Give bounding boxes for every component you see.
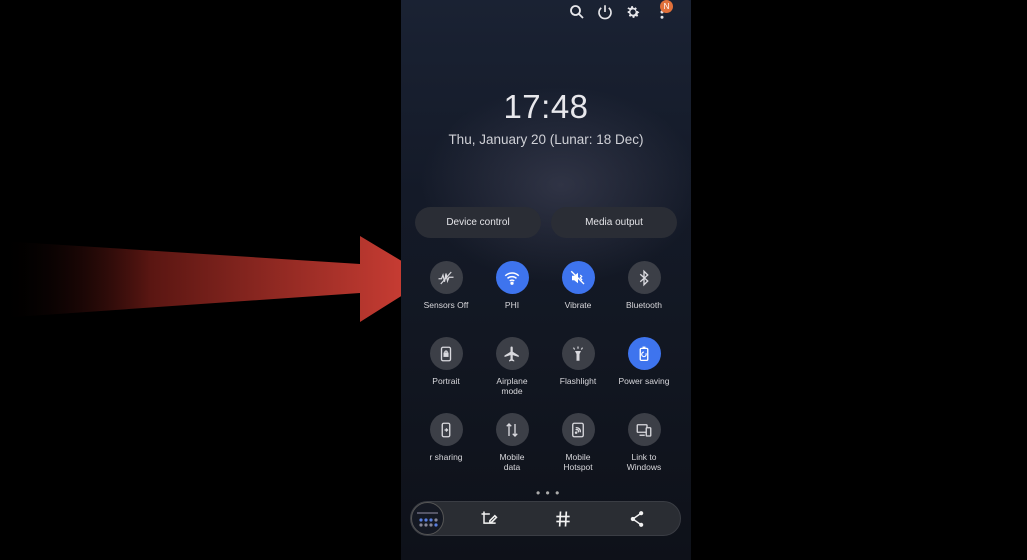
tile-label: PHI [504,300,520,310]
tile-airplane-mode[interactable]: Airplane mode [477,337,547,396]
tile-label: Vibrate [564,300,592,310]
gear-icon[interactable] [624,3,642,21]
tile-label: Flashlight [559,376,597,386]
tile-label: Sensors Off [423,300,469,310]
tile-label: Link to Windows [626,452,662,472]
portrait-lock-icon [429,337,463,370]
tile-wifi[interactable]: PHI [477,261,547,310]
wifi-icon [495,261,529,294]
power-icon[interactable] [596,3,614,21]
page-indicator: • • • [536,486,561,500]
link-windows-icon [627,413,661,446]
tile-portrait[interactable]: Portrait [411,337,481,386]
search-icon[interactable] [568,3,586,21]
tile-flashlight[interactable]: Flashlight [543,337,613,386]
thumbnail-preview-icon [417,512,438,527]
bluetooth-icon [627,261,661,294]
share-device-icon [429,413,463,446]
hotspot-icon [561,413,595,446]
tile-sharing[interactable]: r sharing [411,413,481,462]
screenshot-thumbnail[interactable] [411,502,444,535]
media-output-button[interactable]: Media output [551,207,677,238]
tile-label: Portrait [432,376,460,386]
tile-label: Bluetooth [626,300,662,310]
crop-edit-icon[interactable] [479,509,499,529]
tile-power-saving[interactable]: Power saving [609,337,679,386]
tile-bluetooth[interactable]: Bluetooth [609,261,679,310]
power-saving-icon [627,337,661,370]
tile-label: r sharing [429,452,463,462]
share-icon[interactable] [627,509,647,529]
sensors-off-icon [429,261,463,294]
tile-label: Airplane mode [496,376,528,396]
device-control-button[interactable]: Device control [415,207,541,238]
red-arrow-annotation [0,236,430,322]
mobile-data-icon [495,413,529,446]
tile-label: Power saving [618,376,670,386]
notification-badge: N [660,0,673,13]
tile-link-to-windows[interactable]: Link to Windows [609,413,679,472]
airplane-icon [495,337,529,370]
flashlight-icon [561,337,595,370]
vibrate-icon [561,261,595,294]
tile-label: Mobile Hotspot [563,452,593,472]
date-label: Thu, January 20 (Lunar: 18 Dec) [448,132,644,147]
tile-sensors-off[interactable]: Sensors Off [411,261,481,310]
tile-mobile-data[interactable]: Mobile data [477,413,547,472]
tile-label: Mobile data [499,452,525,472]
hashtag-icon[interactable] [553,509,573,529]
tile-mobile-hotspot[interactable]: Mobile Hotspot [543,413,613,472]
clock: 17:48 [503,88,589,125]
tile-vibrate[interactable]: Vibrate [543,261,613,310]
